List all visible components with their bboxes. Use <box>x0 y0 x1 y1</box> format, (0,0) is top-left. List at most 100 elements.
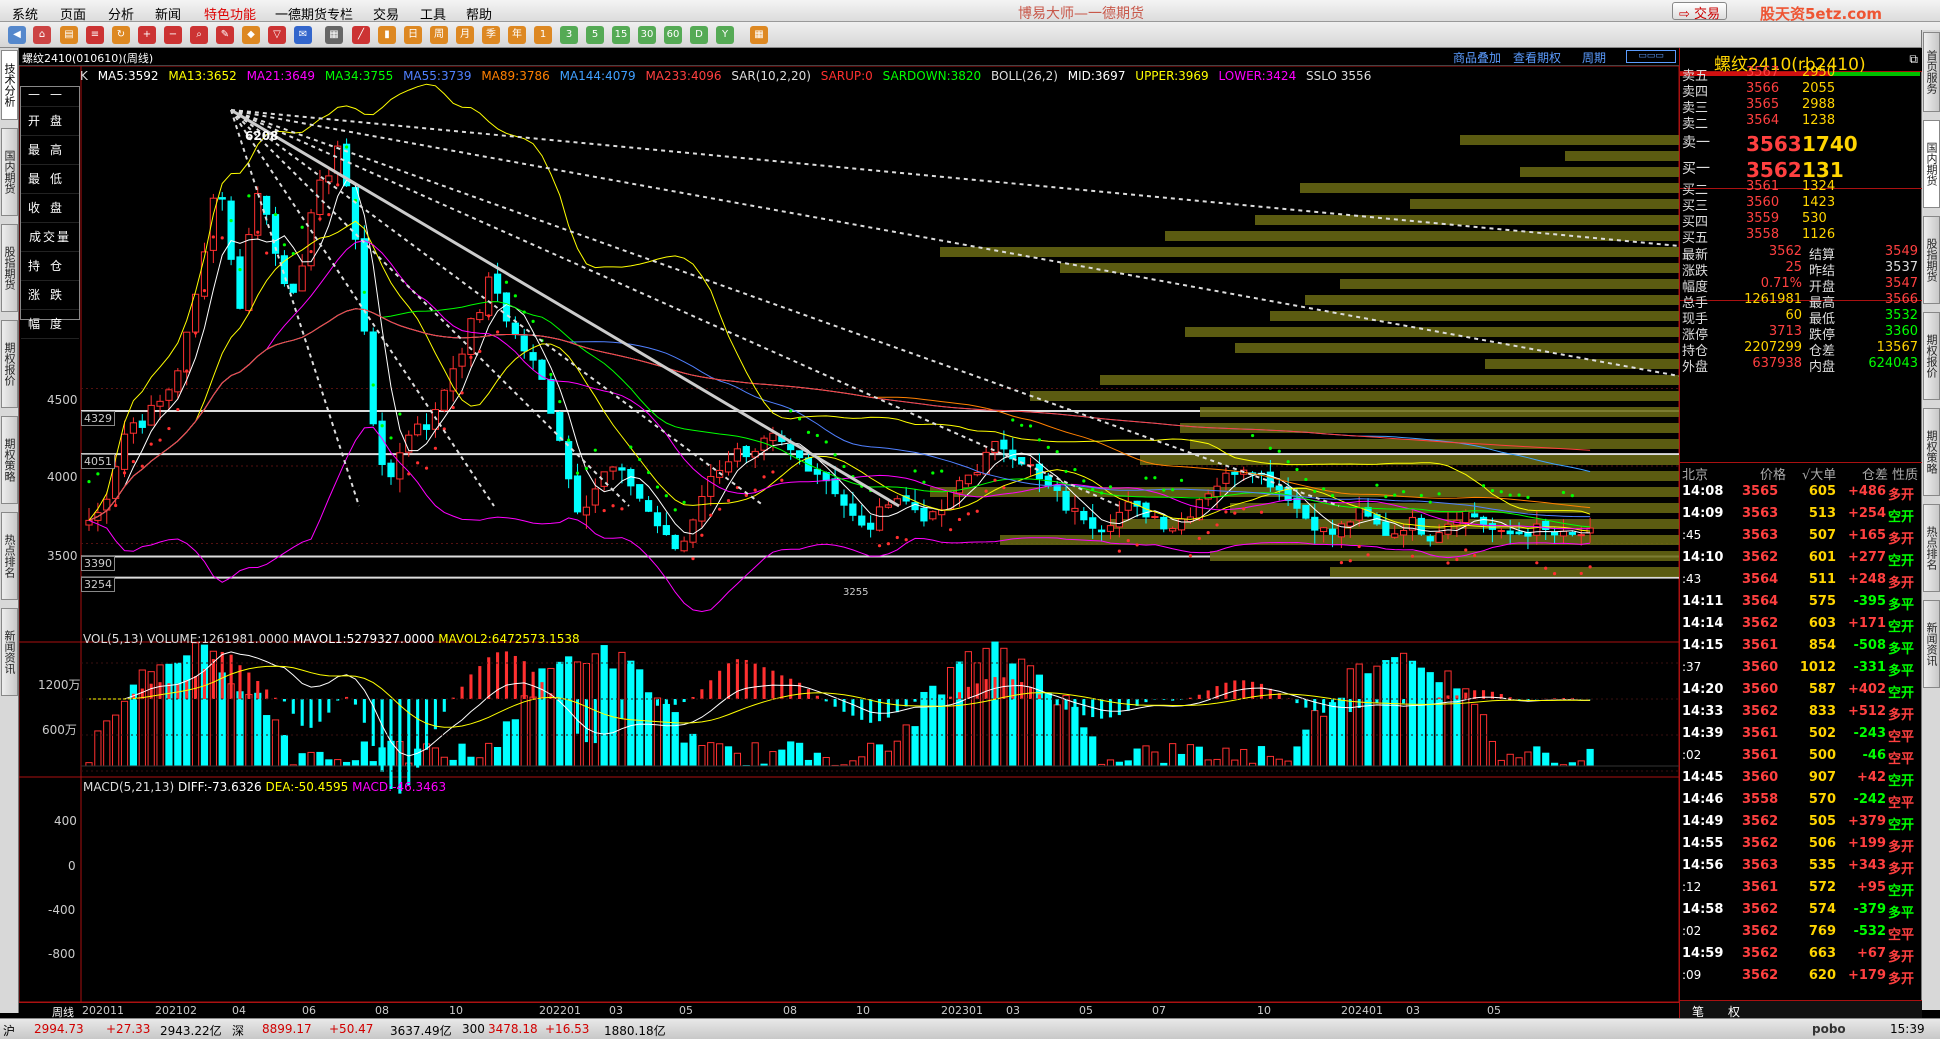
menu-special[interactable]: 特色功能 <box>204 4 256 23</box>
volume-bar <box>263 715 271 767</box>
right-tab-news[interactable]: 新闻资讯 <box>1923 600 1940 688</box>
sar-dot <box>282 243 287 247</box>
boll: BOLL(26,2) <box>990 69 1058 83</box>
sar-dot <box>655 485 660 489</box>
sar-dot <box>797 417 802 421</box>
sar-dot <box>718 507 722 511</box>
menu-tools[interactable]: 工具 <box>420 4 446 23</box>
right-tab-index-futures[interactable]: 股指期货 <box>1923 216 1940 304</box>
home-icon[interactable]: ⌂ <box>33 26 51 44</box>
menu-news[interactable]: 新闻 <box>155 4 181 23</box>
tick-row: 14:20 3560 587 +402 空开 <box>1682 682 1920 704</box>
right-tab-domestic-futures[interactable]: 国内期货 <box>1923 120 1940 208</box>
volume-bar <box>1382 660 1390 767</box>
volume-bar <box>893 740 901 767</box>
chart-layout-icon[interactable]: ▭▭▭ <box>1626 50 1676 63</box>
menu-yide-column[interactable]: 一德期货专栏 <box>275 4 353 23</box>
zoom-in-icon[interactable]: + <box>138 26 156 44</box>
volume-bar <box>529 696 537 767</box>
period-60-icon[interactable]: 60 <box>664 26 682 44</box>
volume-profile-bar <box>1030 391 1679 401</box>
left-tab-news[interactable]: 新闻资讯 <box>1 608 18 696</box>
left-tab-option-strategy[interactable]: 期权策略 <box>1 416 18 504</box>
sar-dot <box>371 383 375 387</box>
period-5-icon[interactable]: 5 <box>586 26 604 44</box>
sar-dot <box>1091 487 1095 492</box>
refresh-icon[interactable]: ↻ <box>112 26 130 44</box>
tick-time: 14:10 <box>1682 550 1724 565</box>
candle-body <box>849 503 857 516</box>
draw-icon[interactable]: ✎ <box>216 26 234 44</box>
news-icon[interactable]: ✉ <box>294 26 312 44</box>
list-icon[interactable]: ≡ <box>86 26 104 44</box>
volume-bar <box>707 742 715 767</box>
candle-body <box>707 475 715 497</box>
candle-body <box>671 534 679 550</box>
volume-bar <box>334 759 342 767</box>
volume-bar <box>1311 710 1319 767</box>
tick-time: :43 <box>1682 572 1702 586</box>
left-tab-index-futures[interactable]: 股指期货 <box>1 224 18 312</box>
overlay-link[interactable]: 商品叠加 <box>1453 49 1501 66</box>
candle-body <box>422 424 431 430</box>
volume-bar <box>138 669 146 767</box>
grid-icon[interactable]: ▦ <box>325 26 343 44</box>
candle-body <box>733 448 742 462</box>
back-icon[interactable]: ◀ <box>8 26 26 44</box>
period-link[interactable]: 周期 <box>1582 49 1606 66</box>
cal-day-icon[interactable]: 日 <box>404 26 422 44</box>
right-tab-home[interactable]: 首页服务 <box>1923 32 1940 112</box>
period-3-icon[interactable]: 3 <box>560 26 578 44</box>
zoom-out-icon[interactable]: − <box>164 26 182 44</box>
right-tab-hot-ranking[interactable]: 热点排名 <box>1923 504 1940 592</box>
candle-body <box>556 412 564 441</box>
candle-body <box>582 506 591 516</box>
period-1-icon[interactable]: 1 <box>534 26 552 44</box>
menu-help[interactable]: 帮助 <box>466 4 492 23</box>
sar-dot <box>1348 559 1352 563</box>
period-multi-icon[interactable]: Y <box>716 26 734 44</box>
sar-dot <box>469 355 473 359</box>
cal-year-icon[interactable]: 年 <box>508 26 526 44</box>
menu-system[interactable]: 系统 <box>12 4 38 23</box>
menu-trade[interactable]: 交易 <box>373 4 399 23</box>
cal-season-icon[interactable]: 季 <box>482 26 500 44</box>
volume-bar <box>1435 682 1443 767</box>
period-30-icon[interactable]: 30 <box>638 26 656 44</box>
view-options-link[interactable]: 查看期权 <box>1513 49 1561 66</box>
trade-button[interactable]: ⇨ 交易 <box>1672 2 1728 22</box>
filter-icon[interactable]: ▽ <box>268 26 286 44</box>
right-tab-option-quotes[interactable]: 期权报价 <box>1923 312 1940 400</box>
menu-page[interactable]: 页面 <box>60 4 86 23</box>
calculator-icon[interactable]: ▦ <box>750 26 768 44</box>
menu-analysis[interactable]: 分析 <box>108 4 134 23</box>
sar-dot <box>1011 418 1015 422</box>
folder-icon[interactable]: ▤ <box>60 26 78 44</box>
period-15-icon[interactable]: 15 <box>612 26 630 44</box>
status-item: 3637.49亿 <box>390 1024 452 1038</box>
tick-oi-change: -46 <box>1862 748 1887 763</box>
chart-canvas[interactable] <box>19 66 1679 1002</box>
left-tab-tech-analysis[interactable]: 技术分析 <box>1 50 18 120</box>
x-tick: 10 <box>856 1004 870 1017</box>
sar-dot <box>1046 445 1050 450</box>
line-chart-icon[interactable]: ╱ <box>352 26 370 44</box>
volume-bar <box>1240 748 1248 767</box>
paint-icon[interactable]: ◆ <box>242 26 260 44</box>
candle-body <box>609 466 617 472</box>
gann-fan-line <box>230 109 1679 377</box>
left-tab-option-quotes[interactable]: 期权报价 <box>1 320 18 408</box>
sar-dot <box>1455 557 1459 562</box>
status-item: 3478.18 <box>488 1022 538 1036</box>
search-icon[interactable]: ⌕ <box>190 26 208 44</box>
volume-bar <box>307 751 315 767</box>
bar-chart-icon[interactable]: ▮ <box>378 26 396 44</box>
ma89: MA89:3786 <box>481 69 550 83</box>
left-tab-domestic-futures[interactable]: 国内期货 <box>1 128 18 216</box>
period-120-icon[interactable]: D <box>690 26 708 44</box>
volume-bar <box>103 720 111 767</box>
left-tab-hot-ranking[interactable]: 热点排名 <box>1 512 18 600</box>
cal-month-icon[interactable]: 月 <box>456 26 474 44</box>
right-tab-option-strategy[interactable]: 期权策略 <box>1923 408 1940 496</box>
cal-week-icon[interactable]: 周 <box>430 26 448 44</box>
